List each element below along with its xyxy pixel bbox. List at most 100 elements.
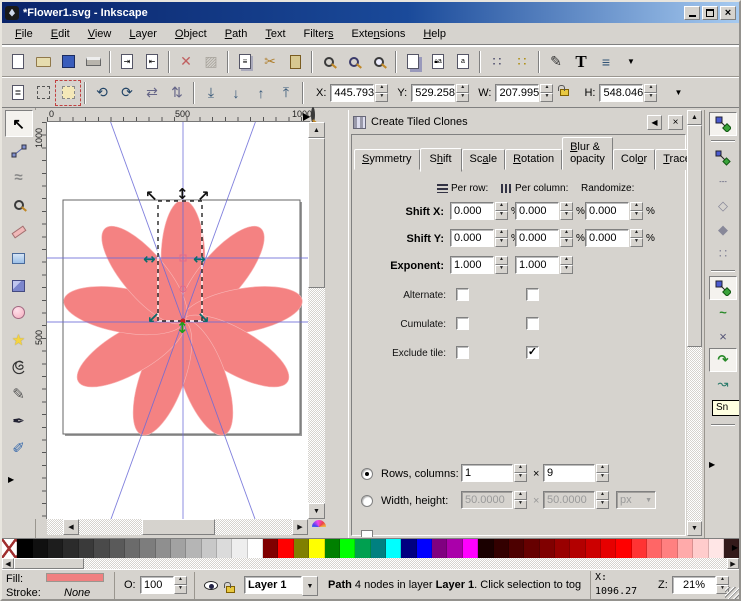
spinner[interactable]: ▲ ▼ bbox=[514, 464, 527, 482]
palette-swatch[interactable] bbox=[140, 539, 156, 558]
snap-to-paths-icon[interactable]: ~ bbox=[709, 300, 737, 324]
palette-swatch[interactable] bbox=[293, 539, 310, 558]
snap-bbox-corners-icon[interactable]: ◇ bbox=[709, 194, 737, 218]
palette-swatch[interactable] bbox=[631, 539, 648, 558]
palette-swatch[interactable] bbox=[17, 539, 33, 558]
palette-swatch[interactable] bbox=[355, 539, 371, 558]
palette-swatch[interactable] bbox=[124, 539, 141, 558]
y-spinner[interactable]: ▲ ▼ bbox=[456, 83, 470, 102]
palette-swatch[interactable] bbox=[263, 539, 279, 558]
menu-edit[interactable]: Edit bbox=[42, 25, 79, 43]
tab-rotation[interactable]: Rotation bbox=[505, 149, 563, 170]
tab-blur-opacity[interactable]: Blur & opacity bbox=[562, 137, 613, 170]
palette-swatch[interactable] bbox=[447, 539, 463, 558]
resize-grip[interactable] bbox=[725, 587, 739, 599]
rotate-ccw-icon[interactable]: ⟲ bbox=[90, 81, 114, 105]
color-wheel-icon[interactable] bbox=[309, 517, 329, 537]
horizontal-ruler[interactable]: 0 500 1000 bbox=[47, 109, 312, 122]
pen-tool[interactable]: ✒ bbox=[5, 407, 33, 434]
exclude-tile-row-checkbox[interactable] bbox=[456, 346, 469, 359]
vertical-ruler[interactable]: 1000 500 bbox=[34, 122, 47, 519]
raise-icon[interactable]: ↑ bbox=[249, 81, 273, 105]
menu-object[interactable]: Object bbox=[166, 25, 216, 43]
snapbar-overflow-icon[interactable]: ▶ bbox=[705, 460, 715, 469]
deselect-icon[interactable] bbox=[55, 79, 81, 106]
print-icon[interactable] bbox=[81, 50, 105, 74]
palette-swatch[interactable] bbox=[63, 539, 79, 558]
snap-smooth-nodes-icon[interactable]: ↝ bbox=[709, 372, 737, 396]
palette-swatch[interactable] bbox=[309, 539, 325, 558]
tab-shift[interactable]: Shift bbox=[419, 148, 462, 172]
alternate-row-checkbox[interactable] bbox=[456, 288, 469, 301]
palette-swatch[interactable] bbox=[478, 539, 494, 558]
shift-y-col-input[interactable]: 0.000 bbox=[515, 229, 559, 247]
snap-nodes-icon[interactable] bbox=[709, 276, 737, 300]
drawing-canvas[interactable]: ↖ ↕ ↗ ↔ ↔ ↙ ↘ ↕ bbox=[47, 122, 308, 519]
columns-input[interactable]: 9 bbox=[543, 464, 595, 482]
palette-swatch[interactable] bbox=[524, 539, 540, 558]
zoom-drawing-icon[interactable] bbox=[342, 50, 366, 74]
palette-swatch[interactable] bbox=[78, 539, 95, 558]
spinner[interactable]: ▲ ▼ bbox=[596, 464, 609, 482]
redo-icon[interactable]: ▨ bbox=[199, 50, 223, 74]
flip-vertical-icon[interactable]: ⇅ bbox=[165, 81, 189, 105]
lock-ratio-icon[interactable] bbox=[558, 85, 570, 96]
tab-scale[interactable]: Scale bbox=[461, 149, 506, 170]
snap-path-intersections-icon[interactable]: × bbox=[709, 324, 737, 348]
fill-stroke-icon[interactable]: ✎ bbox=[544, 50, 568, 74]
dialog-title-bar[interactable]: Create Tiled Clones ◀ × bbox=[351, 112, 685, 132]
palette-swatch[interactable] bbox=[339, 539, 356, 558]
palette-swatch[interactable] bbox=[48, 539, 64, 558]
palette-swatch[interactable] bbox=[232, 539, 248, 558]
raise-to-top-icon[interactable]: ⤒ bbox=[274, 81, 298, 105]
palette-swatch[interactable] bbox=[155, 539, 171, 558]
shift-y-row-input[interactable]: 0.000 bbox=[450, 229, 494, 247]
star-tool[interactable]: ★ bbox=[5, 326, 33, 353]
spinner[interactable]: ▲ ▼ bbox=[560, 256, 573, 274]
snap-bbox-edge-midpoints-icon[interactable]: ◆ bbox=[709, 218, 737, 242]
canvas-horizontal-scrollbar[interactable]: ◀ ▶ bbox=[47, 519, 308, 535]
menu-filters[interactable]: Filters bbox=[295, 25, 343, 43]
rotate-cw-icon[interactable]: ⟳ bbox=[115, 81, 139, 105]
width-input[interactable]: 50.0000 bbox=[461, 491, 513, 509]
layers-dialog-icon[interactable]: ≡ bbox=[594, 50, 618, 74]
spinner[interactable]: ▲ ▼ bbox=[560, 229, 573, 247]
menu-path[interactable]: Path bbox=[216, 25, 257, 43]
width-height-radio[interactable] bbox=[361, 495, 373, 507]
select-all-icon[interactable]: ≣ bbox=[6, 81, 30, 105]
text-dialog-icon[interactable]: T bbox=[569, 50, 593, 74]
zoom-page-icon[interactable] bbox=[367, 50, 391, 74]
menu-extensions[interactable]: Extensions bbox=[343, 25, 415, 43]
lower-to-bottom-icon[interactable]: ⤓ bbox=[199, 81, 223, 105]
shift-x-rand-input[interactable]: 0.000 bbox=[585, 202, 629, 220]
rows-columns-radio[interactable] bbox=[361, 468, 373, 480]
y-input[interactable]: 529.258 bbox=[411, 83, 456, 102]
new-document-icon[interactable] bbox=[6, 50, 30, 74]
ellipse-tool[interactable] bbox=[5, 299, 33, 326]
palette-swatch[interactable] bbox=[385, 539, 402, 558]
layer-dropdown-button[interactable]: ▼ bbox=[302, 576, 318, 596]
select-all-layers-icon[interactable] bbox=[31, 81, 55, 105]
palette-swatch[interactable] bbox=[324, 539, 340, 558]
palette-swatch[interactable] bbox=[94, 539, 110, 558]
palette-swatch[interactable] bbox=[601, 539, 617, 558]
spinner[interactable]: ▲ ▼ bbox=[560, 202, 573, 220]
measure-tool[interactable] bbox=[5, 218, 33, 245]
palette-swatch[interactable] bbox=[278, 539, 294, 558]
copy-icon[interactable]: ≡ bbox=[233, 50, 257, 74]
canvas-vertical-scrollbar[interactable]: ▲ ▼ bbox=[308, 122, 325, 519]
menu-file[interactable]: File bbox=[6, 25, 42, 43]
palette-swatch[interactable] bbox=[217, 539, 233, 558]
palette-swatch[interactable] bbox=[109, 539, 125, 558]
node-editor-tool[interactable] bbox=[5, 137, 33, 164]
palette-swatch[interactable] bbox=[493, 539, 509, 558]
ungroup-icon[interactable]: ∷ bbox=[510, 50, 534, 74]
palette-swatch[interactable] bbox=[508, 539, 525, 558]
w-spinner[interactable]: ▲ ▼ bbox=[540, 83, 554, 102]
palette-swatch[interactable] bbox=[2, 539, 18, 558]
create-clone-icon[interactable]: 🔒︎a bbox=[426, 50, 450, 74]
lower-icon[interactable]: ↓ bbox=[224, 81, 248, 105]
palette-swatch[interactable] bbox=[170, 539, 187, 558]
dialog-scrollbar[interactable]: ▲ ▼ bbox=[687, 110, 702, 536]
menu-help[interactable]: Help bbox=[414, 25, 455, 43]
